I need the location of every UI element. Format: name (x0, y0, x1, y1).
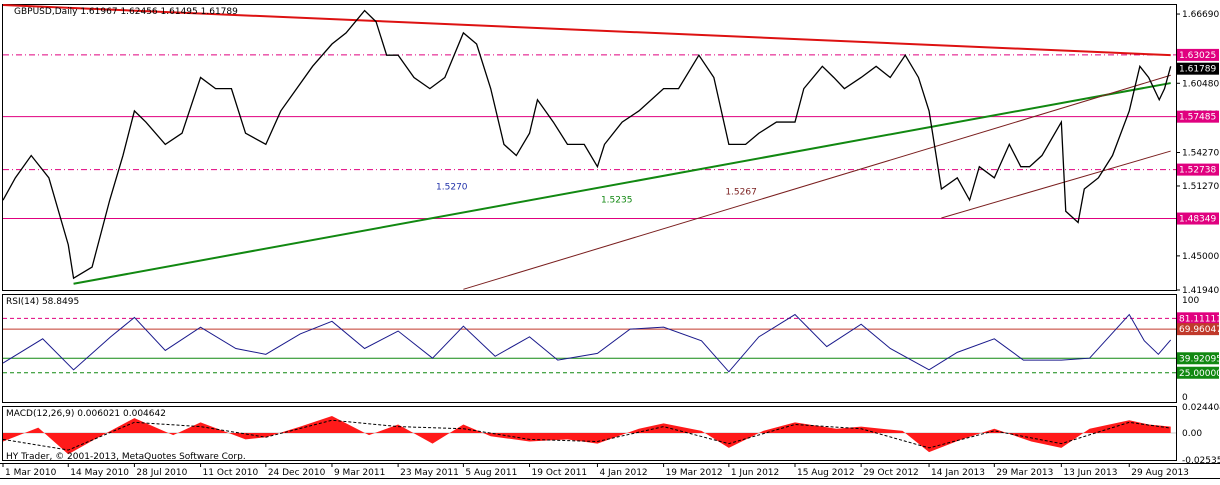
trendline-annotation: 1.5270 (436, 183, 468, 193)
trendline-annotation: 1.5235 (601, 195, 633, 205)
time-tick-label: 4 Jan 2012 (599, 468, 647, 478)
price-tick-label: 1.45000 (1182, 252, 1219, 262)
macd-tick-label: 0.00 (1182, 429, 1202, 439)
rsi-level-label: 81.11111 (1179, 314, 1220, 324)
time-tick-label: 14 May 2010 (70, 468, 129, 478)
time-tick-label: 29 Aug 2013 (1131, 468, 1189, 478)
rsi-level-label: 69.96047 (1179, 325, 1220, 335)
price-tick-label: 1.51270 (1182, 182, 1219, 192)
watermark: HY Trader, © 2001-2013, MetaQuotes Softw… (6, 452, 246, 462)
level-price-label: 1.52738 (1179, 166, 1216, 176)
rsi-tick-label: 0 (1182, 393, 1188, 403)
time-tick-label: 1 Jun 2012 (731, 468, 779, 478)
trendline-annotation: 1.5267 (725, 188, 757, 198)
macd-panel-title: MACD(12,26,9) 0.006021 0.004642 (6, 409, 166, 419)
time-tick-label: 13 Jun 2013 (1063, 468, 1117, 478)
forex-chart-window: 1.666901.632501.604801.577201.542701.512… (0, 0, 1220, 481)
time-tick-label: 9 Mar 2011 (334, 468, 385, 478)
rsi-level-label: 25.00000 (1179, 369, 1220, 379)
time-tick-label: 11 Oct 2010 (203, 468, 259, 478)
rsi-level-label: 39.92095 (1179, 354, 1220, 364)
rsi-panel-title: RSI(14) 58.8495 (6, 297, 79, 307)
price-tick-label: 1.66690 (1182, 10, 1219, 20)
time-tick-label: 23 May 2011 (400, 468, 459, 478)
rsi-tick-label: 100 (1182, 296, 1199, 306)
price-tick-label: 1.54270 (1182, 149, 1219, 159)
current-price-label: 1.61789 (1179, 65, 1216, 75)
macd-tick-label: -0.025351 (1182, 456, 1220, 466)
price-panel-title: GBPUSD,Daily 1.61967 1.62456 1.61495 1.6… (14, 7, 238, 17)
time-tick-label: 29 Oct 2012 (863, 468, 919, 478)
time-tick-label: 19 Oct 2011 (532, 468, 588, 478)
time-tick-label: 14 Jan 2013 (931, 468, 985, 478)
time-tick-label: 29 Mar 2013 (996, 468, 1053, 478)
time-tick-label: 19 Mar 2012 (666, 468, 723, 478)
price-tick-label: 1.41940 (1182, 286, 1219, 296)
level-price-label: 1.48349 (1179, 215, 1216, 225)
chart-canvas: 1.666901.632501.604801.577201.542701.512… (0, 0, 1220, 481)
time-tick-label: 15 Aug 2012 (797, 468, 855, 478)
time-tick-label: 5 Aug 2011 (465, 468, 517, 478)
level-price-label: 1.63025 (1179, 51, 1216, 61)
time-tick-label: 24 Dec 2010 (268, 468, 326, 478)
time-tick-label: 28 Jul 2010 (136, 468, 187, 478)
chart-background (0, 0, 1220, 481)
macd-tick-label: 0.024404 (1182, 403, 1220, 413)
time-tick-label: 1 Mar 2010 (5, 468, 57, 478)
price-tick-label: 1.60480 (1182, 79, 1219, 89)
level-price-label: 1.57485 (1179, 113, 1216, 123)
